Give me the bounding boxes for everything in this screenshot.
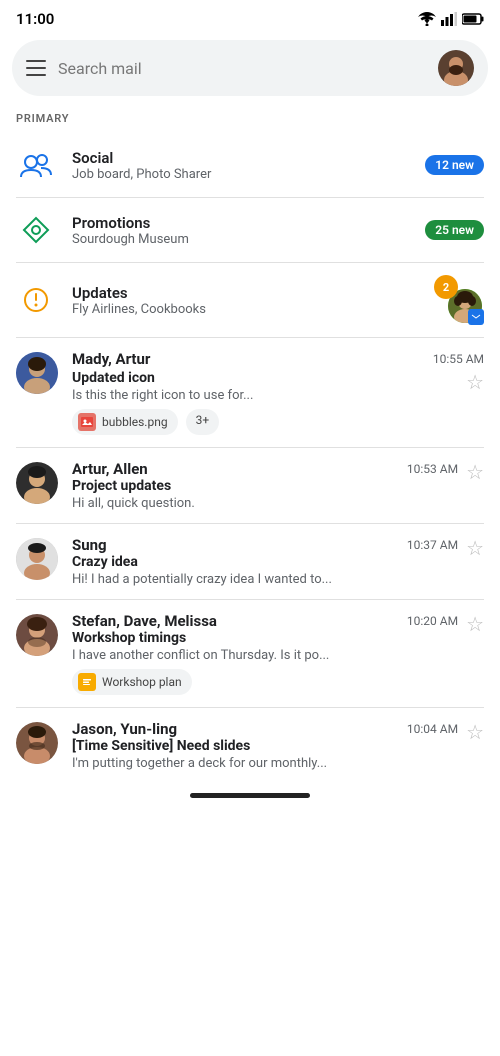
promotions-text: Promotions Sourdough Museum bbox=[72, 214, 409, 247]
email-avatar-2 bbox=[16, 462, 58, 504]
category-social[interactable]: Social Job board, Photo Sharer 12 new bbox=[0, 133, 500, 197]
email-time-1: 10:55 AM bbox=[433, 352, 484, 366]
email-avatar-3 bbox=[16, 538, 58, 580]
social-sub: Job board, Photo Sharer bbox=[72, 167, 409, 182]
email-row-3[interactable]: Sung 10:37 AM Crazy idea Hi! I had a pot… bbox=[0, 524, 500, 599]
status-bar: 11:00 bbox=[0, 0, 500, 34]
hamburger-menu[interactable] bbox=[26, 60, 46, 76]
attachment-chip-1[interactable]: bubbles.png bbox=[72, 409, 178, 435]
message-overlay-icon bbox=[468, 309, 484, 325]
email-subject-2: Project updates bbox=[72, 478, 458, 494]
bottom-bar bbox=[0, 783, 500, 818]
email-preview-1: Is this the right icon to use for... bbox=[72, 388, 466, 403]
updates-number: 2 bbox=[434, 275, 458, 299]
email-sender-5: Jason, Yun-ling bbox=[72, 720, 177, 738]
star-icon-3[interactable]: ☆ bbox=[466, 536, 484, 560]
email-subject-3: Crazy idea bbox=[72, 554, 458, 570]
attachment-chip-4[interactable]: Workshop plan bbox=[72, 669, 192, 695]
updates-name: Updates bbox=[72, 284, 418, 302]
email-row-1[interactable]: Mady, Artur 10:55 AM Updated icon Is thi… bbox=[0, 338, 500, 447]
star-icon-2[interactable]: ☆ bbox=[466, 460, 484, 484]
email-content-2: Artur, Allen 10:53 AM Project updates Hi… bbox=[72, 460, 484, 511]
status-icons bbox=[418, 12, 484, 26]
user-avatar[interactable] bbox=[438, 50, 474, 86]
image-attachment-icon bbox=[78, 413, 96, 431]
updates-badge-area: 2 bbox=[434, 275, 484, 325]
star-icon-4[interactable]: ☆ bbox=[466, 612, 484, 636]
social-icon bbox=[16, 145, 56, 185]
doc-attachment-icon bbox=[78, 673, 96, 691]
email-sender-2: Artur, Allen bbox=[72, 460, 148, 478]
email-time-5: 10:04 AM bbox=[407, 722, 458, 736]
updates-text: Updates Fly Airlines, Cookbooks bbox=[72, 284, 418, 317]
updates-icon bbox=[16, 280, 56, 320]
email-preview-4: I have another conflict on Thursday. Is … bbox=[72, 648, 458, 663]
email-attachments-4: Workshop plan bbox=[72, 669, 458, 695]
wifi-icon bbox=[418, 12, 436, 26]
email-subject-4: Workshop timings bbox=[72, 630, 458, 646]
email-row-2[interactable]: Artur, Allen 10:53 AM Project updates Hi… bbox=[0, 448, 500, 523]
email-preview-2: Hi all, quick question. bbox=[72, 496, 458, 511]
email-avatar-1 bbox=[16, 352, 58, 394]
email-sender-3: Sung bbox=[72, 536, 107, 554]
search-bar[interactable]: Search mail bbox=[12, 40, 488, 96]
section-label: PRIMARY bbox=[0, 108, 500, 133]
email-right-1: 10:55 AM bbox=[425, 352, 484, 366]
email-sender-4: Stefan, Dave, Melissa bbox=[72, 612, 217, 630]
social-badge: 12 new bbox=[425, 155, 484, 175]
email-content-1: Mady, Artur 10:55 AM Updated icon Is thi… bbox=[72, 350, 484, 435]
promotions-badge: 25 new bbox=[425, 220, 484, 240]
promotions-sub: Sourdough Museum bbox=[72, 232, 409, 247]
attachment-more-1: 3+ bbox=[186, 409, 220, 435]
attachment-name-1: bubbles.png bbox=[102, 415, 168, 429]
updates-sub: Fly Airlines, Cookbooks bbox=[72, 302, 418, 317]
search-text: Search mail bbox=[58, 59, 426, 78]
promotions-name: Promotions bbox=[72, 214, 409, 232]
email-subject-5: [Time Sensitive] Need slides bbox=[72, 738, 458, 754]
email-content-5: Jason, Yun-ling 10:04 AM [Time Sensitive… bbox=[72, 720, 484, 771]
email-attachments-1: bubbles.png 3+ bbox=[72, 409, 466, 435]
email-subject-1: Updated icon bbox=[72, 370, 466, 386]
category-updates[interactable]: Updates Fly Airlines, Cookbooks 2 bbox=[0, 263, 500, 337]
category-promotions[interactable]: Promotions Sourdough Museum 25 new bbox=[0, 198, 500, 262]
email-preview-5: I'm putting together a deck for our mont… bbox=[72, 756, 458, 771]
social-text: Social Job board, Photo Sharer bbox=[72, 149, 409, 182]
signal-icon bbox=[441, 12, 457, 26]
email-time-3: 10:37 AM bbox=[407, 538, 458, 552]
email-content-4: Stefan, Dave, Melissa 10:20 AM Workshop … bbox=[72, 612, 484, 695]
email-avatar-5 bbox=[16, 722, 58, 764]
home-indicator bbox=[190, 793, 310, 798]
email-time-4: 10:20 AM bbox=[407, 614, 458, 628]
status-time: 11:00 bbox=[16, 10, 54, 28]
email-row-4[interactable]: Stefan, Dave, Melissa 10:20 AM Workshop … bbox=[0, 600, 500, 707]
email-avatar-4 bbox=[16, 614, 58, 656]
email-content-3: Sung 10:37 AM Crazy idea Hi! I had a pot… bbox=[72, 536, 484, 587]
email-time-2: 10:53 AM bbox=[407, 462, 458, 476]
attachment-name-4: Workshop plan bbox=[102, 675, 182, 689]
email-preview-3: Hi! I had a potentially crazy idea I wan… bbox=[72, 572, 458, 587]
email-row-5[interactable]: Jason, Yun-ling 10:04 AM [Time Sensitive… bbox=[0, 708, 500, 783]
social-name: Social bbox=[72, 149, 409, 167]
promotions-icon bbox=[16, 210, 56, 250]
battery-icon bbox=[462, 13, 484, 25]
star-icon-5[interactable]: ☆ bbox=[466, 720, 484, 744]
star-icon-1[interactable]: ☆ bbox=[466, 370, 484, 394]
email-sender-1: Mady, Artur bbox=[72, 350, 150, 368]
